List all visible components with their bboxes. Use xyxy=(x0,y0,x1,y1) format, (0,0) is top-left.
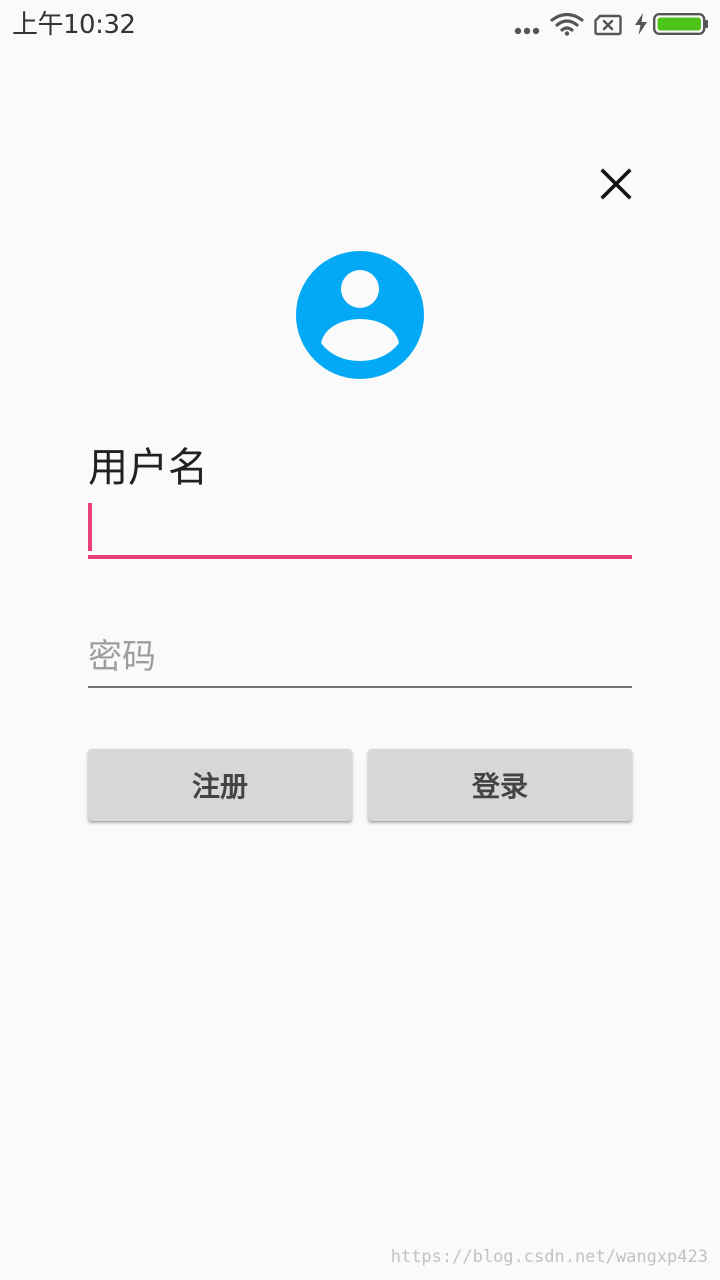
wifi-icon xyxy=(550,12,584,36)
charging-bolt-icon xyxy=(635,13,647,35)
password-underline xyxy=(88,686,632,688)
username-input[interactable] xyxy=(88,500,632,552)
status-icons xyxy=(500,0,720,50)
no-sim-icon xyxy=(594,14,622,36)
username-field: 用户名 xyxy=(88,436,632,566)
username-label: 用户名 xyxy=(88,445,208,491)
account-circle-icon xyxy=(296,251,424,379)
text-cursor xyxy=(88,503,92,551)
password-field xyxy=(88,628,632,690)
login-button[interactable]: 登录 xyxy=(368,749,632,821)
status-time: 上午10:32 xyxy=(12,10,136,40)
close-button[interactable] xyxy=(592,160,640,208)
more-dots-icon xyxy=(514,27,540,35)
password-input[interactable] xyxy=(88,628,632,686)
close-icon xyxy=(600,168,632,200)
watermark: https://blog.csdn.net/wangxp423 xyxy=(390,1247,708,1267)
username-underline xyxy=(88,555,632,559)
battery-icon xyxy=(653,13,708,35)
status-bar: 上午10:32 xyxy=(0,0,720,50)
register-button[interactable]: 注册 xyxy=(88,749,352,821)
